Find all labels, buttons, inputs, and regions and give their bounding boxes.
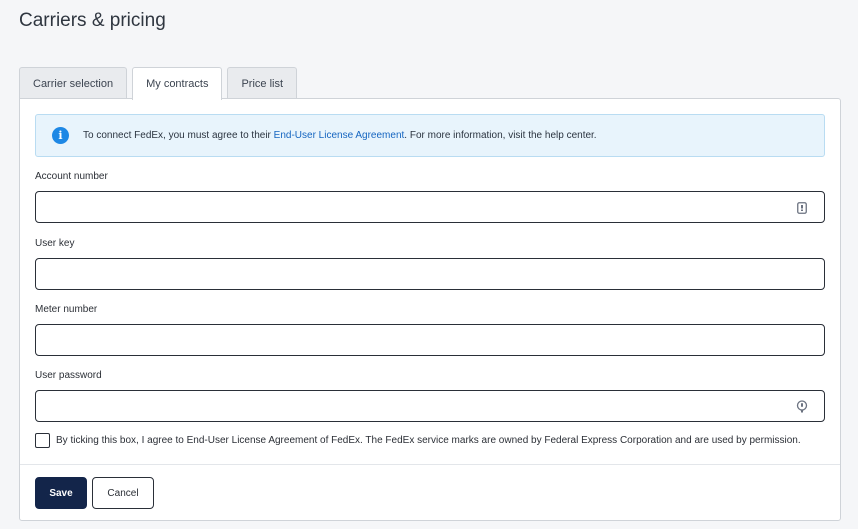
password-manager-key-icon[interactable] bbox=[796, 400, 808, 413]
meter-number-field-wrapper bbox=[35, 324, 825, 356]
user-password-field-wrapper bbox=[35, 390, 825, 422]
user-key-input[interactable] bbox=[36, 259, 824, 289]
user-key-label: User key bbox=[35, 238, 75, 249]
meter-number-input[interactable] bbox=[36, 325, 824, 355]
account-number-input[interactable] bbox=[36, 192, 824, 222]
alert-prefix: To connect FedEx, you must agree to thei… bbox=[83, 130, 274, 141]
page-title: Carriers & pricing bbox=[19, 10, 166, 31]
account-number-field-wrapper bbox=[35, 191, 825, 223]
eula-link[interactable]: End-User License Agreement bbox=[274, 130, 405, 141]
agreement-row: By ticking this box, I agree to End-User… bbox=[35, 433, 801, 448]
user-key-field-wrapper bbox=[35, 258, 825, 290]
footer-divider bbox=[20, 464, 840, 465]
meter-number-label: Meter number bbox=[35, 304, 98, 315]
info-icon: i bbox=[52, 127, 69, 144]
account-number-label: Account number bbox=[35, 171, 108, 182]
tab-my-contracts[interactable]: My contracts bbox=[132, 67, 223, 100]
agreement-text: By ticking this box, I agree to End-User… bbox=[56, 435, 801, 446]
tab-carrier-selection[interactable]: Carrier selection bbox=[19, 67, 128, 99]
save-button[interactable]: Save bbox=[35, 477, 87, 509]
tab-bar: Carrier selection My contracts Price lis… bbox=[19, 67, 298, 100]
user-password-label: User password bbox=[35, 370, 102, 381]
alert-suffix: . For more information, visit the help c… bbox=[404, 130, 597, 141]
agreement-checkbox[interactable] bbox=[35, 433, 50, 448]
tab-price-list[interactable]: Price list bbox=[227, 67, 298, 99]
alert-text: To connect FedEx, you must agree to thei… bbox=[83, 130, 597, 141]
info-alert: i To connect FedEx, you must agree to th… bbox=[35, 114, 825, 157]
password-manager-icon[interactable] bbox=[796, 201, 808, 214]
user-password-input[interactable] bbox=[36, 391, 824, 421]
contracts-panel: i To connect FedEx, you must agree to th… bbox=[19, 98, 841, 521]
cancel-button[interactable]: Cancel bbox=[92, 477, 154, 509]
